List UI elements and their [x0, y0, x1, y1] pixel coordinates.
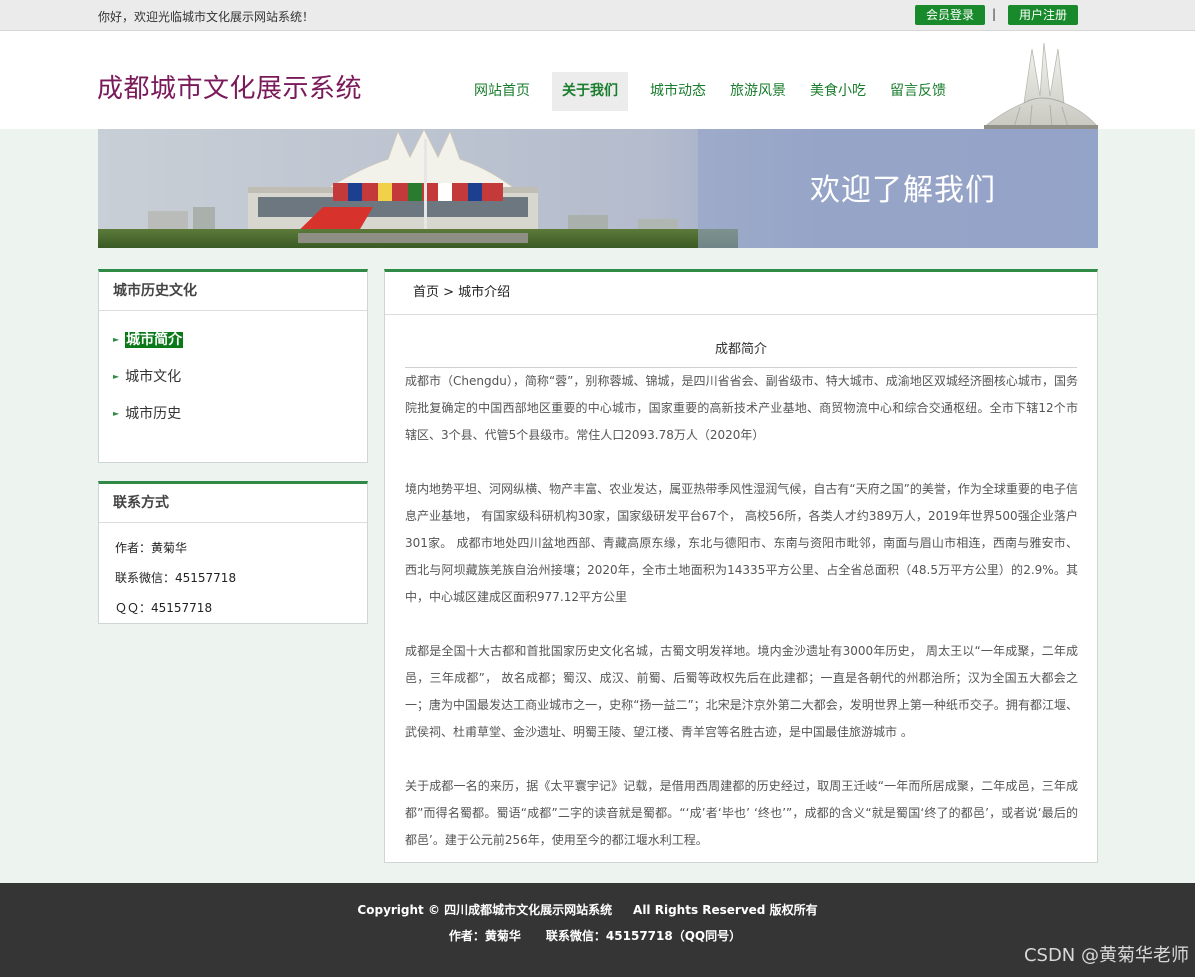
contact-author: 作者：黄菊华 [115, 541, 188, 555]
about-banner: 欢迎了解我们 [98, 129, 1098, 248]
nav-scenery[interactable]: 旅游风景 [718, 72, 798, 111]
nav-feedback[interactable]: 留言反馈 [878, 72, 958, 111]
article-body: 成都市（Chengdu），简称“蓉”，别称蓉城、锦城，是四川省省会、副省级市、特… [405, 368, 1078, 881]
csdn-watermark: CSDN @黄菊华老师 [1023, 945, 1189, 966]
article-paragraph: 境内地势平坦、河网纵横、物产丰富、农业发达，属亚热带季风性湿润气候，自古有“天府… [405, 482, 1078, 604]
triangle-right-icon: ► [113, 409, 120, 418]
sidebar-item-city-culture[interactable]: ► 城市文化 [99, 362, 367, 399]
article-title: 成都简介 [405, 338, 1077, 368]
contact-wechat: 联系微信：45157718 [115, 571, 237, 585]
nav-about[interactable]: 关于我们 [552, 72, 628, 111]
user-register-button[interactable]: 用户注册 [1008, 5, 1078, 25]
sidebar-item-label: 城市简介 [125, 332, 184, 348]
site-footer: Copyright © 四川成都城市文化展示网站系统 All Rights Re… [0, 883, 1195, 977]
city-history-panel: 城市历史文化 ► 城市简介 ► 城市文化 ► 城市历史 [98, 269, 368, 463]
footer-contact: 作者：黄菊华 联系微信：45157718（QQ同号） [448, 929, 742, 943]
article-paragraph: 关于成都一名的来历，据《太平寰宇记》记载，是借用西周建都的历史经过，取周王迁岐“… [405, 779, 1078, 847]
sidebar-item-city-intro[interactable]: ► 城市简介 [99, 325, 367, 362]
nav-food[interactable]: 美食小吃 [798, 72, 878, 111]
top-separator: | [992, 7, 997, 21]
nav-home[interactable]: 网站首页 [462, 72, 542, 111]
contact-qq: ＱＱ：45157718 [115, 601, 213, 615]
article-paragraph: 成都是全国十大古都和首批国家历史文化名城，古蜀文明发祥地。境内金沙遗址有3000… [405, 644, 1078, 739]
top-bar: 你好，欢迎光临城市文化展示网站系统！ 会员登录 | 用户注册 [0, 0, 1195, 31]
contact-panel-title: 联系方式 [99, 484, 367, 523]
site-header: 成都城市文化展示系统 网站首页 关于我们 城市动态 旅游风景 美食小吃 留言反馈 [0, 31, 1195, 129]
article-paragraph: 成都市（Chengdu），简称“蓉”，别称蓉城、锦城，是四川省省会、副省级市、特… [405, 374, 1078, 442]
history-menu: ► 城市简介 ► 城市文化 ► 城市历史 [99, 311, 367, 436]
sidebar-item-label: 城市文化 [125, 369, 182, 385]
site-title[interactable]: 成都城市文化展示系统 [97, 68, 362, 105]
triangle-right-icon: ► [113, 372, 120, 381]
sidebar-item-city-history[interactable]: ► 城市历史 [99, 399, 367, 436]
banner-heading: 欢迎了解我们 [810, 173, 996, 208]
building-logo-icon [984, 42, 1098, 129]
main-nav: 网站首页 关于我们 城市动态 旅游风景 美食小吃 留言反馈 [462, 72, 958, 111]
welcome-text: 你好，欢迎光临城市文化展示网站系统！ [98, 10, 315, 24]
footer-copyright: Copyright © 四川成都城市文化展示网站系统 All Rights Re… [357, 903, 818, 917]
breadcrumb: 首页 > 城市介绍 [385, 272, 1097, 315]
contact-panel: 联系方式 作者：黄菊华 联系微信：45157718 ＱＱ：45157718 [98, 481, 368, 624]
sidebar-item-label: 城市历史 [125, 406, 182, 422]
member-login-button[interactable]: 会员登录 [915, 5, 985, 25]
nav-city-news[interactable]: 城市动态 [638, 72, 718, 111]
history-panel-title: 城市历史文化 [99, 272, 367, 311]
main-content-panel: 首页 > 城市介绍 成都简介 成都市（Chengdu），简称“蓉”，别称蓉城、锦… [384, 269, 1098, 863]
triangle-right-icon: ► [113, 335, 120, 344]
